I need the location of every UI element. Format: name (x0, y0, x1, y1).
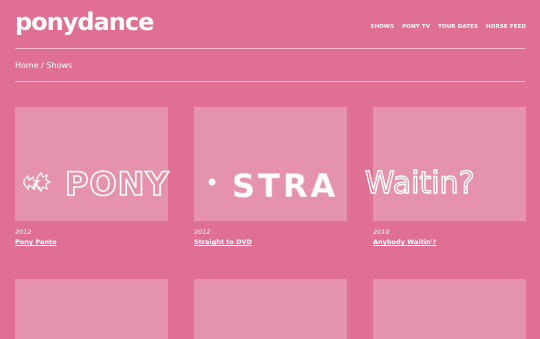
nav-tour-dates[interactable]: TOUR DATES (438, 24, 478, 30)
show-year: 2010 (373, 228, 390, 236)
main-nav: SHOWS PONY TV TOUR DATES HORSE FEED (370, 24, 526, 30)
nav-horse-feed[interactable]: HORSE FEED (486, 24, 526, 30)
nav-pony-tv[interactable]: PONY TV (402, 24, 430, 30)
breadcrumb-divider (15, 81, 525, 82)
breadcrumb-current: Shows (46, 61, 73, 70)
show-card[interactable]: PONY 2012 Pony Panto (15, 107, 170, 246)
show-art-text: Waitin? (365, 166, 475, 201)
show-year: 2012 (194, 228, 211, 236)
show-thumbnail[interactable] (15, 279, 168, 339)
nav-shows[interactable]: SHOWS (370, 24, 394, 30)
breadcrumb-separator: / (41, 61, 44, 70)
bullet-icon (208, 178, 216, 186)
holly-icon (23, 171, 52, 193)
show-card[interactable]: STRA 2012 Straight to DVD (194, 107, 347, 246)
breadcrumb-home[interactable]: Home (15, 61, 39, 70)
show-title-link[interactable]: Straight to DVD (194, 238, 252, 246)
show-card[interactable]: Waitin? 2010 Anybody Waitin'? (364, 107, 526, 246)
show-thumbnail[interactable]: STRA (194, 107, 347, 221)
site-header: ponydance SHOWS PONY TV TOUR DATES HORSE… (0, 0, 540, 48)
show-artwork: PONY (23, 164, 170, 204)
show-thumbnail[interactable]: Waitin? (364, 107, 526, 221)
breadcrumb: Home / Shows (15, 61, 72, 70)
show-year: 2012 (15, 228, 32, 236)
show-thumbnail[interactable] (373, 279, 526, 339)
show-art-text: PONY (65, 165, 170, 203)
show-artwork: STRA (208, 167, 338, 205)
show-art-text: STRA (232, 167, 338, 205)
site-logo[interactable]: ponydance (15, 8, 154, 36)
show-thumbnail[interactable] (194, 279, 347, 339)
header-divider (15, 48, 525, 49)
show-title-link[interactable]: Anybody Waitin'? (373, 238, 436, 246)
show-artwork: Waitin? (364, 165, 475, 201)
show-title-link[interactable]: Pony Panto (15, 238, 57, 246)
show-thumbnail[interactable]: PONY (15, 107, 170, 221)
